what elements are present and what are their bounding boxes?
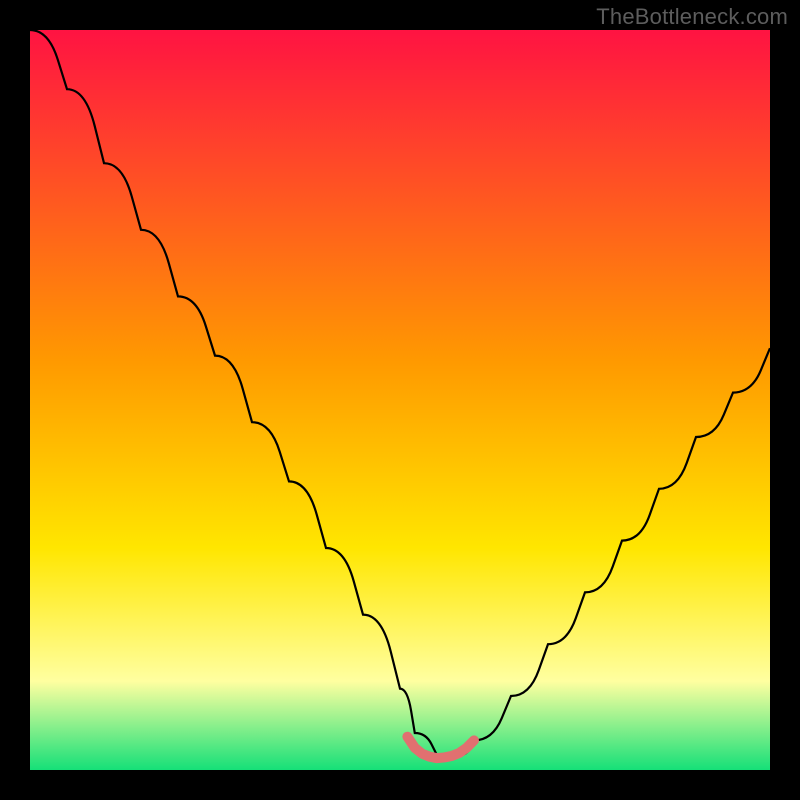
watermark-text: TheBottleneck.com <box>596 4 788 30</box>
bottleneck-chart <box>0 0 800 800</box>
chart-frame: TheBottleneck.com <box>0 0 800 800</box>
gradient-background <box>30 30 770 770</box>
